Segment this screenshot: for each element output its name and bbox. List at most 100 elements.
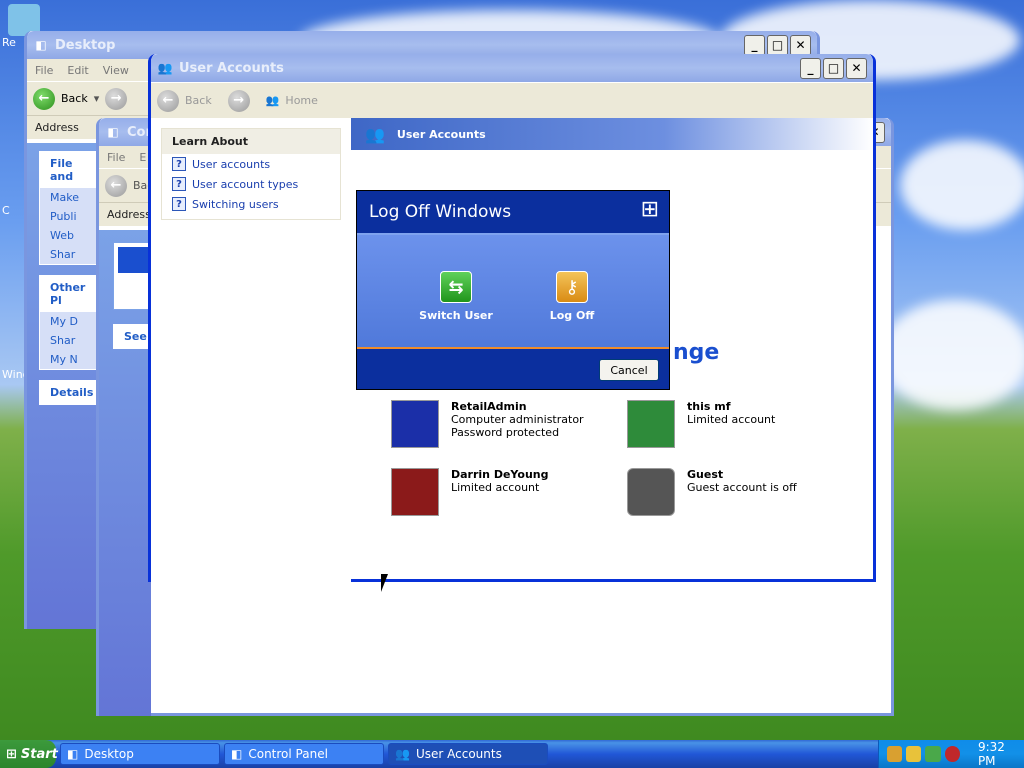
category-view-box[interactable] (113, 242, 153, 310)
avatar (391, 400, 439, 448)
taskbar-item-control-panel[interactable]: ◧ Control Panel (224, 743, 384, 765)
logoff-body: ⇆ Switch User ⚷ Log Off (357, 235, 669, 347)
page-heading: nge (673, 340, 720, 365)
windows-logo-icon: ⊞ (640, 197, 659, 222)
cancel-button[interactable]: Cancel (599, 359, 659, 381)
account-tile[interactable]: Darrin DeYoung Limited account (391, 468, 548, 516)
menu-view[interactable]: View (103, 64, 129, 77)
desktop-icon[interactable]: C (2, 204, 10, 217)
place-item[interactable]: My N (40, 350, 98, 369)
switch-user-icon[interactable]: ⇆ (440, 271, 472, 303)
dialog-title: Log Off Windows (369, 202, 512, 222)
taskbar-item-label: Desktop (84, 747, 134, 761)
forward-arrow-icon[interactable]: → (105, 87, 128, 110)
learn-about-box: Learn About ? User accounts ? User account… (161, 128, 341, 220)
system-tray: 9:32 PM (878, 740, 1024, 768)
place-item[interactable]: Shar (40, 331, 98, 350)
close-button[interactable]: ✕ (790, 34, 811, 56)
account-name: this mf (687, 400, 731, 413)
minimize-button[interactable]: _ (800, 57, 821, 79)
address-label: Address (35, 121, 79, 134)
account-type: Limited account (451, 481, 540, 494)
forward-arrow-icon[interactable]: → (227, 89, 250, 112)
clock[interactable]: 9:32 PM (978, 740, 1024, 768)
start-button[interactable]: ⊞ Start (0, 740, 58, 768)
maximize-button[interactable]: □ (767, 34, 788, 56)
taskbar-item-label: Control Panel (248, 747, 328, 761)
tray-app-icon[interactable] (925, 746, 941, 762)
banner-title: User Accounts (396, 127, 486, 141)
taskbar-item-label: User Accounts (415, 747, 502, 761)
menu-file[interactable]: File (107, 151, 125, 164)
task-item[interactable]: Shar (40, 245, 98, 264)
home-button[interactable]: Home (285, 94, 317, 107)
learn-item[interactable]: ? Switching users (162, 194, 340, 219)
user-accounts-icon: 👥 (365, 124, 385, 144)
maximize-button[interactable]: □ (823, 57, 844, 79)
task-pane: File and Make Publi Web Shar Other Pl My… (27, 143, 99, 629)
cloud (880, 300, 1024, 410)
avatar (627, 400, 675, 448)
control-panel-icon: ◧ (107, 125, 119, 139)
account-type: Guest account is off (687, 481, 797, 494)
menu-file[interactable]: File (35, 64, 53, 77)
log-off-label[interactable]: Log Off (550, 309, 595, 322)
account-name: Darrin DeYoung (451, 468, 549, 481)
control-panel-icon: ◧ (231, 747, 243, 761)
window-title: User Accounts (179, 60, 284, 76)
account-tile[interactable]: this mf Limited account (627, 400, 775, 448)
learn-item[interactable]: ? User accounts (162, 154, 340, 174)
switch-user-label[interactable]: Switch User (419, 309, 493, 322)
desktop-icon-label: C (2, 204, 10, 217)
window-title: Desktop (55, 37, 116, 53)
account-status: Password protected (451, 426, 560, 439)
close-button[interactable]: ✕ (846, 57, 867, 79)
minimize-button[interactable]: _ (744, 34, 765, 56)
taskbar-item-desktop[interactable]: ◧ Desktop (60, 743, 220, 765)
avatar (391, 468, 439, 516)
menu-edit[interactable]: E (139, 151, 146, 164)
title-bar[interactable]: 👥 User Accounts _ □ ✕ (151, 54, 873, 82)
details-header[interactable]: Details (40, 381, 98, 404)
learn-item-label: Switching users (192, 197, 279, 211)
logoff-dialog[interactable]: Log Off Windows ⊞ ⇆ Switch User ⚷ Log Of… (356, 190, 670, 390)
back-button[interactable]: Back (185, 94, 212, 107)
network-icon[interactable] (887, 746, 903, 762)
learn-item[interactable]: ? User account types (162, 174, 340, 194)
page-banner: 👥 User Accounts (351, 118, 873, 150)
logoff-header: Log Off Windows ⊞ (357, 191, 669, 235)
category-view-icon[interactable] (118, 247, 148, 273)
see-also-header[interactable]: See (114, 325, 150, 348)
task-item[interactable]: Publi (40, 207, 98, 226)
home-icon[interactable]: 👥 (266, 94, 280, 107)
place-item[interactable]: My D (40, 312, 98, 331)
dropdown-icon[interactable]: ▾ (94, 92, 100, 105)
back-button[interactable]: Back (61, 92, 88, 105)
taskbar-item-user-accounts[interactable]: 👥 User Accounts (388, 743, 548, 765)
other-places-header[interactable]: Other Pl (40, 276, 98, 312)
back-arrow-icon[interactable]: ← (157, 89, 179, 112)
task-pane: See (99, 230, 153, 716)
account-tile[interactable]: Guest Guest account is off (627, 468, 797, 516)
task-item[interactable]: Make (40, 188, 98, 207)
menu-edit[interactable]: Edit (67, 64, 88, 77)
address-label: Address (107, 208, 151, 221)
log-off-option[interactable]: ⚷ Log Off (527, 271, 617, 322)
security-shield-icon[interactable] (906, 746, 922, 762)
explorer-icon: ◧ (35, 38, 47, 52)
task-item[interactable]: Web (40, 226, 98, 245)
back-arrow-icon[interactable]: ← (105, 174, 127, 197)
windows-logo-icon: ⊞ (6, 746, 17, 762)
alert-shield-icon[interactable] (944, 746, 960, 762)
account-tile[interactable]: RetailAdmin Computer administrator Passw… (391, 400, 584, 448)
mouse-cursor-icon (381, 574, 388, 592)
desktop-icon-label: Re (2, 36, 16, 49)
explorer-icon: ◧ (67, 747, 79, 761)
guest-suitcase-icon (627, 468, 675, 516)
back-arrow-icon[interactable]: ← (33, 87, 55, 110)
switch-user-option[interactable]: ⇆ Switch User (411, 271, 501, 322)
key-icon[interactable]: ⚷ (556, 271, 588, 303)
help-icon: ? (172, 157, 186, 171)
file-tasks-header[interactable]: File and (40, 152, 98, 188)
account-type: Computer administrator (451, 413, 584, 426)
